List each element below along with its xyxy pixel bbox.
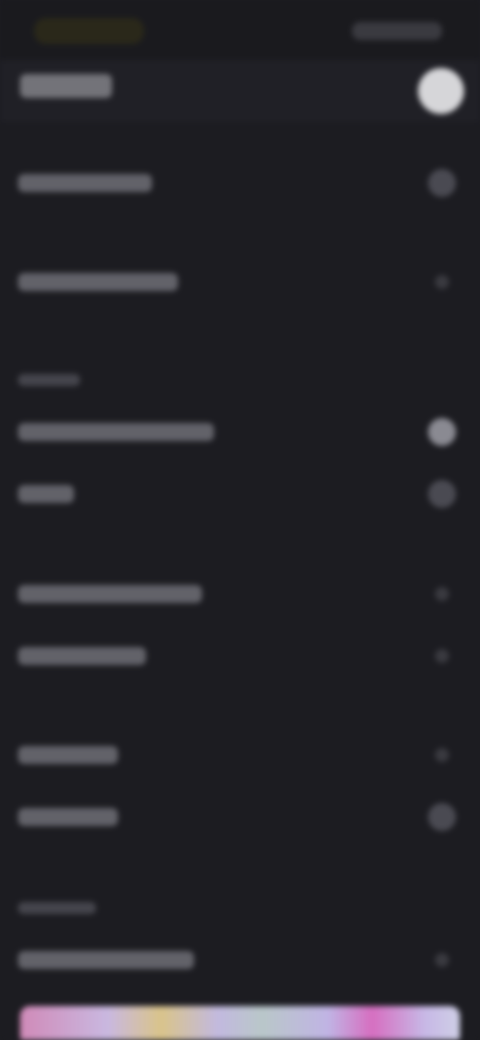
chevron-icon — [435, 748, 449, 762]
toggle-icon[interactable] — [428, 418, 456, 446]
status-left-indicator — [34, 18, 144, 44]
chevron-icon — [435, 275, 449, 289]
status-right-indicator — [352, 22, 442, 40]
toggle-icon[interactable] — [428, 480, 456, 508]
settings-row[interactable] — [0, 254, 480, 310]
settings-row[interactable] — [0, 932, 480, 988]
settings-row-label — [18, 174, 152, 192]
section-header — [18, 374, 80, 386]
settings-row-label — [18, 273, 178, 291]
chevron-icon — [428, 169, 456, 197]
page-title — [20, 74, 112, 100]
settings-row-label — [18, 808, 118, 826]
avatar[interactable] — [418, 68, 464, 114]
settings-row-label — [18, 585, 202, 603]
settings-row-label — [18, 951, 194, 969]
settings-row-label — [18, 746, 118, 764]
settings-row-label — [18, 423, 214, 441]
settings-row-label — [18, 647, 146, 665]
settings-row[interactable] — [0, 466, 480, 522]
toggle-icon[interactable] — [428, 803, 456, 831]
chevron-icon — [435, 953, 449, 967]
settings-row[interactable] — [0, 155, 480, 211]
settings-row[interactable] — [0, 566, 480, 622]
blurred-settings-screen — [0, 0, 480, 1040]
settings-row[interactable] — [0, 789, 480, 845]
chevron-icon — [435, 649, 449, 663]
page-title-placeholder — [20, 74, 112, 98]
bottom-gradient-bar — [20, 1006, 460, 1040]
status-bar — [0, 0, 480, 60]
settings-row-label — [18, 485, 74, 503]
section-header — [18, 902, 96, 914]
settings-row[interactable] — [0, 404, 480, 460]
chevron-icon — [435, 587, 449, 601]
settings-row[interactable] — [0, 727, 480, 783]
settings-row[interactable] — [0, 628, 480, 684]
